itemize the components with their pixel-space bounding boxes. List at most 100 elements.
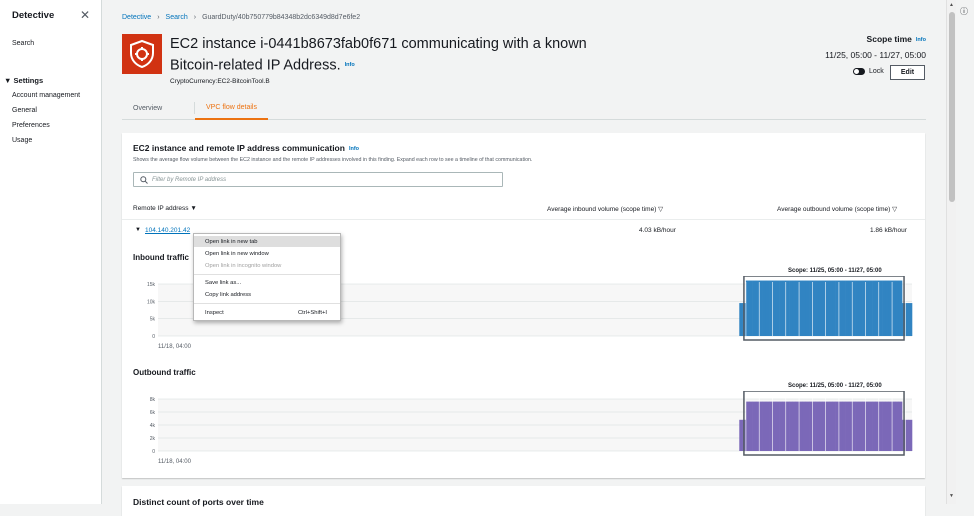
panel-info-link[interactable]: Info <box>349 146 359 152</box>
bar <box>905 303 909 336</box>
outbound-traffic-title: Outbound traffic <box>133 368 196 377</box>
bar <box>749 401 753 451</box>
y-tick-label: 0 <box>152 449 155 455</box>
inspect-shortcut: Ctrl+Shift+I <box>298 309 327 316</box>
menu-item-copy-link[interactable]: Copy link address <box>194 289 340 300</box>
column-remote-ip[interactable]: Remote IP address ▼ <box>133 205 197 212</box>
y-tick-label: 6k <box>150 410 156 416</box>
filter-placeholder: Filter by Remote IP address <box>152 176 227 183</box>
scroll-down-icon[interactable]: ▼ <box>949 493 954 499</box>
bar <box>908 419 913 451</box>
menu-item-inspect[interactable]: Inspect Ctrl+Shift+I <box>194 307 340 318</box>
bar <box>812 401 816 451</box>
bar <box>845 280 850 336</box>
toggle-icon[interactable] <box>853 68 865 75</box>
bar <box>845 401 850 451</box>
inbound-volume: 4.03 kB/hour <box>639 227 676 234</box>
lock-toggle[interactable]: Lock <box>853 68 884 75</box>
sort-icon[interactable]: ▽ <box>658 206 663 213</box>
column-inbound[interactable]: Average inbound volume (scope time) ▽ <box>547 205 663 213</box>
menu-divider <box>194 303 340 304</box>
bar <box>842 280 846 336</box>
bar <box>858 280 863 336</box>
sidebar-item-usage[interactable]: Usage <box>12 137 32 144</box>
menu-item-open-new-window[interactable]: Open link in new window <box>194 248 340 259</box>
column-outbound[interactable]: Average outbound volume (scope time) ▽ <box>777 205 897 213</box>
bar <box>878 401 883 451</box>
edit-button[interactable]: Edit <box>890 65 925 80</box>
bar <box>805 401 810 451</box>
breadcrumb-search[interactable]: Search <box>166 14 188 21</box>
outbound-volume: 1.86 kB/hour <box>870 227 907 234</box>
x-tick-label: 11/18, 04:00 <box>158 459 192 465</box>
outbound-scope-label: Scope: 11/25, 05:00 - 11/27, 05:00 <box>788 383 882 389</box>
bar <box>905 419 909 451</box>
column-label: Average inbound volume (scope time) <box>547 206 657 213</box>
breadcrumb-current: GuardDuty/40b750779b84348b2dc6349d8d7e6f… <box>202 14 361 21</box>
scope-info-link[interactable]: Info <box>916 37 926 43</box>
bar <box>789 280 793 336</box>
sort-down-icon[interactable]: ▼ <box>190 205 196 212</box>
bar <box>908 303 913 336</box>
breadcrumb-detective[interactable]: Detective <box>122 14 151 21</box>
bar <box>779 401 783 451</box>
outbound-traffic-chart: 8k 6k 4k 2k 011/18, 04:00 <box>150 391 913 465</box>
settings-label: Settings <box>13 76 44 85</box>
info-link[interactable]: Info <box>345 62 355 68</box>
bar <box>739 419 743 451</box>
bar <box>818 401 823 451</box>
expand-caret-icon[interactable]: ▼ <box>135 227 141 233</box>
panel-title: EC2 instance and remote IP address commu… <box>133 143 359 153</box>
bar <box>838 401 843 451</box>
scroll-up-icon[interactable]: ▲ <box>949 2 954 8</box>
bar <box>855 280 860 336</box>
x-tick-label: 11/18, 04:00 <box>158 344 192 350</box>
sidebar-title[interactable]: Detective <box>12 10 54 21</box>
panel-title-text: EC2 instance and remote IP address commu… <box>133 143 345 153</box>
close-icon[interactable]: ✕ <box>80 8 90 22</box>
sidebar-item-account-management[interactable]: Account management <box>12 92 80 99</box>
remote-ip-link[interactable]: 104.140.201.42 <box>145 227 190 234</box>
bar <box>779 280 783 336</box>
menu-item-save-link[interactable]: Save link as... <box>194 277 340 288</box>
sidebar-section-settings[interactable]: ▼ Settings <box>4 76 43 85</box>
tab-vpc-flow-details[interactable]: VPC flow details <box>195 96 268 120</box>
bar <box>739 303 743 336</box>
y-tick-label: 2k <box>150 436 156 442</box>
y-tick-label: 0 <box>152 334 155 340</box>
finding-type: CryptoCurrency:EC2-BitcoinTool.B <box>170 78 270 85</box>
sidebar-item-general[interactable]: General <box>12 107 37 114</box>
bar <box>815 401 820 451</box>
tab-overview[interactable]: Overview <box>122 96 173 120</box>
scrollbar-thumb[interactable] <box>949 12 955 202</box>
sort-icon[interactable]: ▽ <box>892 206 897 213</box>
bar <box>759 401 763 451</box>
bar <box>885 280 890 336</box>
bar <box>892 280 896 336</box>
inspect-label: Inspect <box>205 309 224 316</box>
sidebar-item-preferences[interactable]: Preferences <box>12 122 50 129</box>
bar <box>772 280 777 336</box>
scope-time-range[interactable]: 11/25, 05:00 - 11/27, 05:00 <box>825 50 926 60</box>
bar <box>759 280 763 336</box>
context-menu: Open link in new tab Open link in new wi… <box>193 233 341 321</box>
bar <box>792 401 797 451</box>
bar <box>792 280 797 336</box>
sidebar-item-search[interactable]: Search <box>12 40 34 47</box>
bar <box>885 401 890 451</box>
severity-shield-icon <box>122 34 162 74</box>
bar <box>785 280 790 336</box>
scope-time-label: Scope time <box>866 34 912 44</box>
menu-item-open-new-tab[interactable]: Open link in new tab <box>194 236 340 247</box>
bar <box>868 401 873 451</box>
menu-item-open-incognito: Open link in incognito window <box>205 262 282 269</box>
y-tick-label: 4k <box>150 423 156 429</box>
y-tick-label: 5k <box>150 317 156 323</box>
vertical-scrollbar[interactable]: ▲ ▼ <box>946 0 956 504</box>
bar <box>762 401 767 451</box>
help-info-icon[interactable]: ⓘ <box>960 6 968 17</box>
bar <box>775 401 780 451</box>
filter-input[interactable]: Filter by Remote IP address <box>133 172 503 187</box>
bar <box>842 401 846 451</box>
page-title: EC2 instance i-0441b8673fab0f671 communi… <box>170 34 590 76</box>
